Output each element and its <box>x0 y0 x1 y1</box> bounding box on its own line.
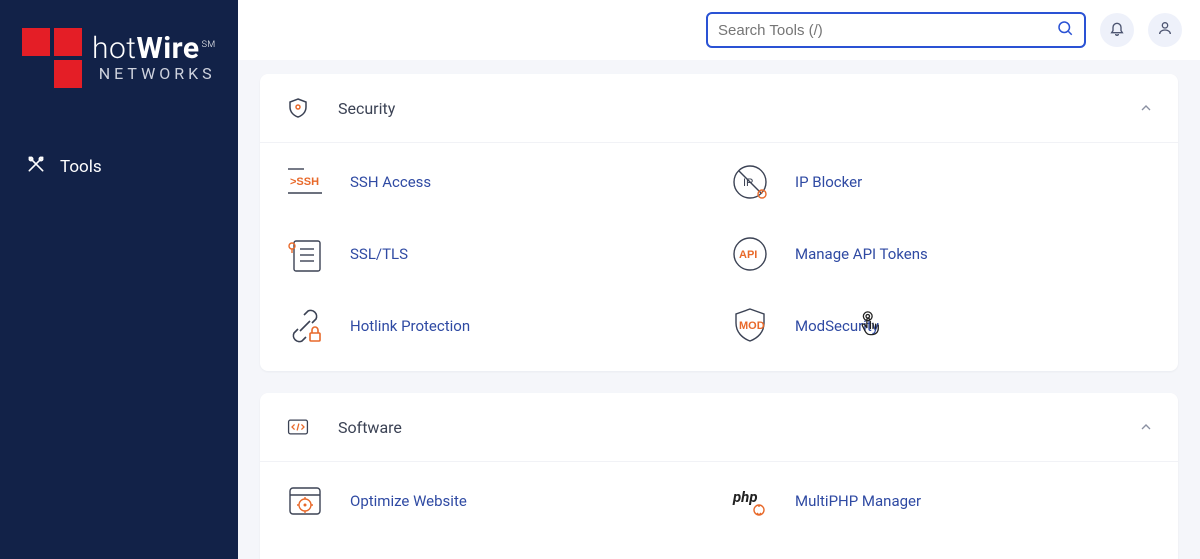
bell-icon <box>1109 20 1125 40</box>
search-input[interactable] <box>718 22 1056 39</box>
php-manager-icon: php <box>729 480 771 522</box>
tool-label: Optimize Website <box>350 492 467 510</box>
tool-ip-blocker[interactable]: IP IP Blocker <box>729 161 1154 203</box>
shield-icon <box>284 94 312 122</box>
tool-optimize-website[interactable]: Optimize Website <box>284 480 709 522</box>
brand-logo: hotWireSM NETWORKS <box>0 18 238 118</box>
tool-label: Hotlink Protection <box>350 317 470 335</box>
logo-title: hotWireSM <box>92 34 216 64</box>
logo-mark <box>22 28 82 88</box>
panel-title: Software <box>338 418 1138 437</box>
notifications-button[interactable] <box>1100 13 1134 47</box>
sidebar-nav: Tools <box>0 142 238 191</box>
panel-security: Security >SSH SSH Access IP IP Blo <box>260 74 1178 371</box>
panel-title: Security <box>338 99 1138 118</box>
cursor-hand-icon <box>859 311 887 339</box>
user-icon <box>1157 20 1173 40</box>
optimize-icon <box>284 480 326 522</box>
tool-label: IP Blocker <box>795 173 862 191</box>
tool-api-tokens[interactable]: API Manage API Tokens <box>729 233 1154 275</box>
hotlink-icon <box>284 305 326 347</box>
svg-text:MOD: MOD <box>739 320 765 332</box>
main: Security >SSH SSH Access IP IP Blo <box>238 0 1200 559</box>
api-icon: API <box>729 233 771 275</box>
tool-modsecurity[interactable]: MOD ModSecurity <box>729 305 1154 347</box>
search-icon[interactable] <box>1056 19 1074 41</box>
svg-text:IP: IP <box>743 177 753 189</box>
account-button[interactable] <box>1148 13 1182 47</box>
modsecurity-icon: MOD <box>729 305 771 347</box>
panel-header-software[interactable]: Software <box>260 393 1178 462</box>
sidebar-item-label: Tools <box>60 157 102 177</box>
svg-text:API: API <box>739 249 757 261</box>
code-icon <box>284 413 312 441</box>
tool-label: SSL/TLS <box>350 245 408 263</box>
ip-blocker-icon: IP <box>729 161 771 203</box>
tools-icon <box>26 154 46 179</box>
chevron-up-icon <box>1138 419 1154 435</box>
search-box[interactable] <box>706 12 1086 48</box>
topbar <box>238 0 1200 60</box>
tool-multiphp-ini[interactable]: php MultiPHP INI Editor <box>284 552 709 559</box>
panel-software: Software Optimize Website php Mul <box>260 393 1178 559</box>
ssh-icon: >SSH <box>284 161 326 203</box>
panel-header-security[interactable]: Security <box>260 74 1178 143</box>
chevron-up-icon <box>1138 100 1154 116</box>
content: Security >SSH SSH Access IP IP Blo <box>238 60 1200 559</box>
tool-label: SSH Access <box>350 173 431 191</box>
svg-text:>SSH: >SSH <box>290 176 319 188</box>
tool-label: MultiPHP Manager <box>795 492 921 510</box>
php-ini-icon: php <box>284 552 326 559</box>
svg-text:php: php <box>732 488 758 506</box>
tool-ssh-access[interactable]: >SSH SSH Access <box>284 161 709 203</box>
logo-subtitle: NETWORKS <box>92 66 216 82</box>
tool-multiphp-manager[interactable]: php MultiPHP Manager <box>729 480 1154 522</box>
tool-label: Manage API Tokens <box>795 245 928 263</box>
ssl-icon <box>284 233 326 275</box>
sidebar: hotWireSM NETWORKS Tools <box>0 0 238 559</box>
tool-ssl-tls[interactable]: SSL/TLS <box>284 233 709 275</box>
sidebar-item-tools[interactable]: Tools <box>0 142 238 191</box>
tool-hotlink-protection[interactable]: Hotlink Protection <box>284 305 709 347</box>
